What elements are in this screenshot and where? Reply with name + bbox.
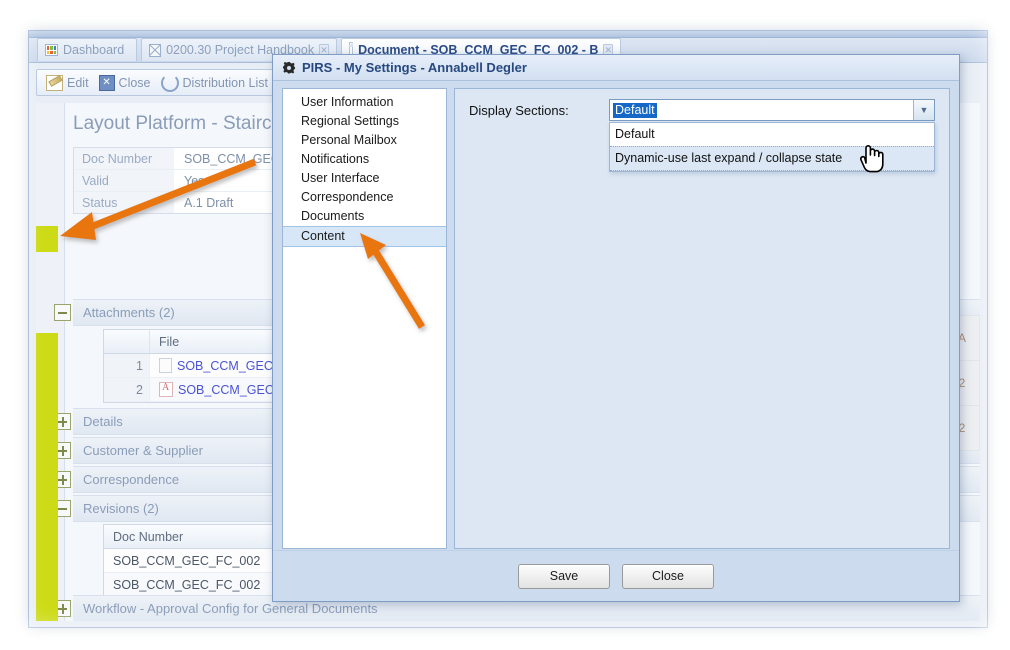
nav-item-label: Correspondence	[301, 190, 393, 204]
combobox-input[interactable]: Default ▼	[609, 99, 935, 121]
nav-item-label: Content	[301, 229, 345, 243]
highlight-attachments-gutter	[36, 226, 58, 252]
gear-icon	[282, 61, 296, 75]
property-label: Doc Number	[74, 148, 174, 169]
property-label: Status	[74, 192, 174, 213]
nav-item-user-interface[interactable]: User Interface	[283, 169, 446, 188]
section-label: Details	[73, 414, 123, 429]
dialog-body: User Information Regional Settings Perso…	[282, 88, 950, 549]
nav-item-documents[interactable]: Documents	[283, 207, 446, 226]
nav-item-correspondence[interactable]: Correspondence	[283, 188, 446, 207]
distribution-list-button[interactable]: Distribution List ▼	[158, 72, 283, 94]
close-button-label: Close	[652, 569, 684, 583]
save-button-label: Save	[550, 569, 579, 583]
dashboard-icon	[45, 44, 58, 56]
section-label: Attachments (2)	[73, 305, 175, 320]
section-label: Customer & Supplier	[73, 443, 203, 458]
option-label: Dynamic-use last expand / collapse state	[615, 151, 842, 165]
edit-pencil-icon	[46, 75, 63, 91]
property-value: Yes	[174, 174, 204, 188]
nav-item-regional-settings[interactable]: Regional Settings	[283, 112, 446, 131]
screenshot-root: Dashboard 0200.30 Project Handbook ✕ Doc…	[0, 0, 1010, 650]
combobox-value: Default	[613, 103, 657, 118]
section-label: Workflow - Approval Config for General D…	[73, 601, 378, 616]
option-label: Default	[615, 127, 655, 141]
property-value: A.1 Draft	[174, 196, 233, 210]
dialog-title: PIRS - My Settings - Annabell Degler	[302, 60, 527, 75]
column-header-doc-number: Doc Number	[104, 525, 299, 548]
nav-item-user-information[interactable]: User Information	[283, 93, 446, 112]
highlight-sections-gutter	[36, 333, 58, 531]
column-header-index	[104, 330, 150, 353]
close-button[interactable]: Close	[622, 564, 714, 589]
display-sections-combobox[interactable]: Default ▼ Default Dynamic-use last expan…	[609, 99, 935, 121]
doc-number-cell: SOB_CCM_GEC_FC_002	[104, 573, 299, 596]
save-button[interactable]: Save	[518, 564, 610, 589]
generic-file-icon	[159, 358, 172, 373]
distribution-refresh-icon	[161, 74, 179, 92]
row-index: 2	[104, 378, 150, 401]
distribution-list-label: Distribution List	[183, 76, 268, 90]
nav-item-label: Notifications	[301, 152, 369, 166]
edit-button-label: Edit	[67, 76, 89, 90]
property-label: Valid	[74, 170, 174, 191]
doc-number-cell: SOB_CCM_GEC_FC_002	[104, 549, 299, 572]
my-settings-dialog: PIRS - My Settings - Annabell Degler Use…	[272, 54, 960, 602]
dialog-navigation-list: User Information Regional Settings Perso…	[282, 88, 447, 549]
envelope-icon	[149, 44, 161, 57]
nav-item-notifications[interactable]: Notifications	[283, 150, 446, 169]
dialog-footer: Save Close	[273, 550, 959, 601]
nav-item-label: Documents	[301, 209, 364, 223]
section-label: Revisions (2)	[73, 501, 159, 516]
row-index: 1	[104, 354, 150, 377]
nav-item-label: User Information	[301, 95, 393, 109]
nav-item-content[interactable]: Content	[283, 226, 446, 247]
dialog-title-bar: PIRS - My Settings - Annabell Degler	[273, 55, 959, 81]
combobox-option-list: Default Dynamic-use last expand / collap…	[609, 122, 935, 172]
close-button[interactable]: ✕ Close	[96, 73, 154, 93]
tab-dashboard[interactable]: Dashboard	[37, 38, 137, 61]
chevron-down-icon[interactable]: ▼	[913, 100, 934, 120]
close-x-icon: ✕	[99, 75, 115, 91]
section-label: Correspondence	[73, 472, 179, 487]
close-button-label: Close	[119, 76, 151, 90]
highlight-lower-sections-gutter	[36, 531, 58, 621]
nav-item-label: User Interface	[301, 171, 380, 185]
pdf-file-icon	[159, 382, 173, 397]
tab-label: Dashboard	[63, 43, 124, 57]
nav-item-label: Regional Settings	[301, 114, 399, 128]
window-title-bar	[29, 31, 987, 38]
pointing-hand-cursor	[856, 141, 886, 173]
display-sections-label: Display Sections:	[469, 99, 609, 118]
display-sections-field-row: Display Sections: Default ▼ Default Dyna…	[469, 99, 935, 121]
page-title: Layout Platform - Staircase	[73, 113, 302, 135]
nav-item-personal-mailbox[interactable]: Personal Mailbox	[283, 131, 446, 150]
collapse-expander-icon[interactable]	[54, 304, 71, 321]
nav-item-label: Personal Mailbox	[301, 133, 397, 147]
edit-button[interactable]: Edit	[43, 73, 92, 93]
